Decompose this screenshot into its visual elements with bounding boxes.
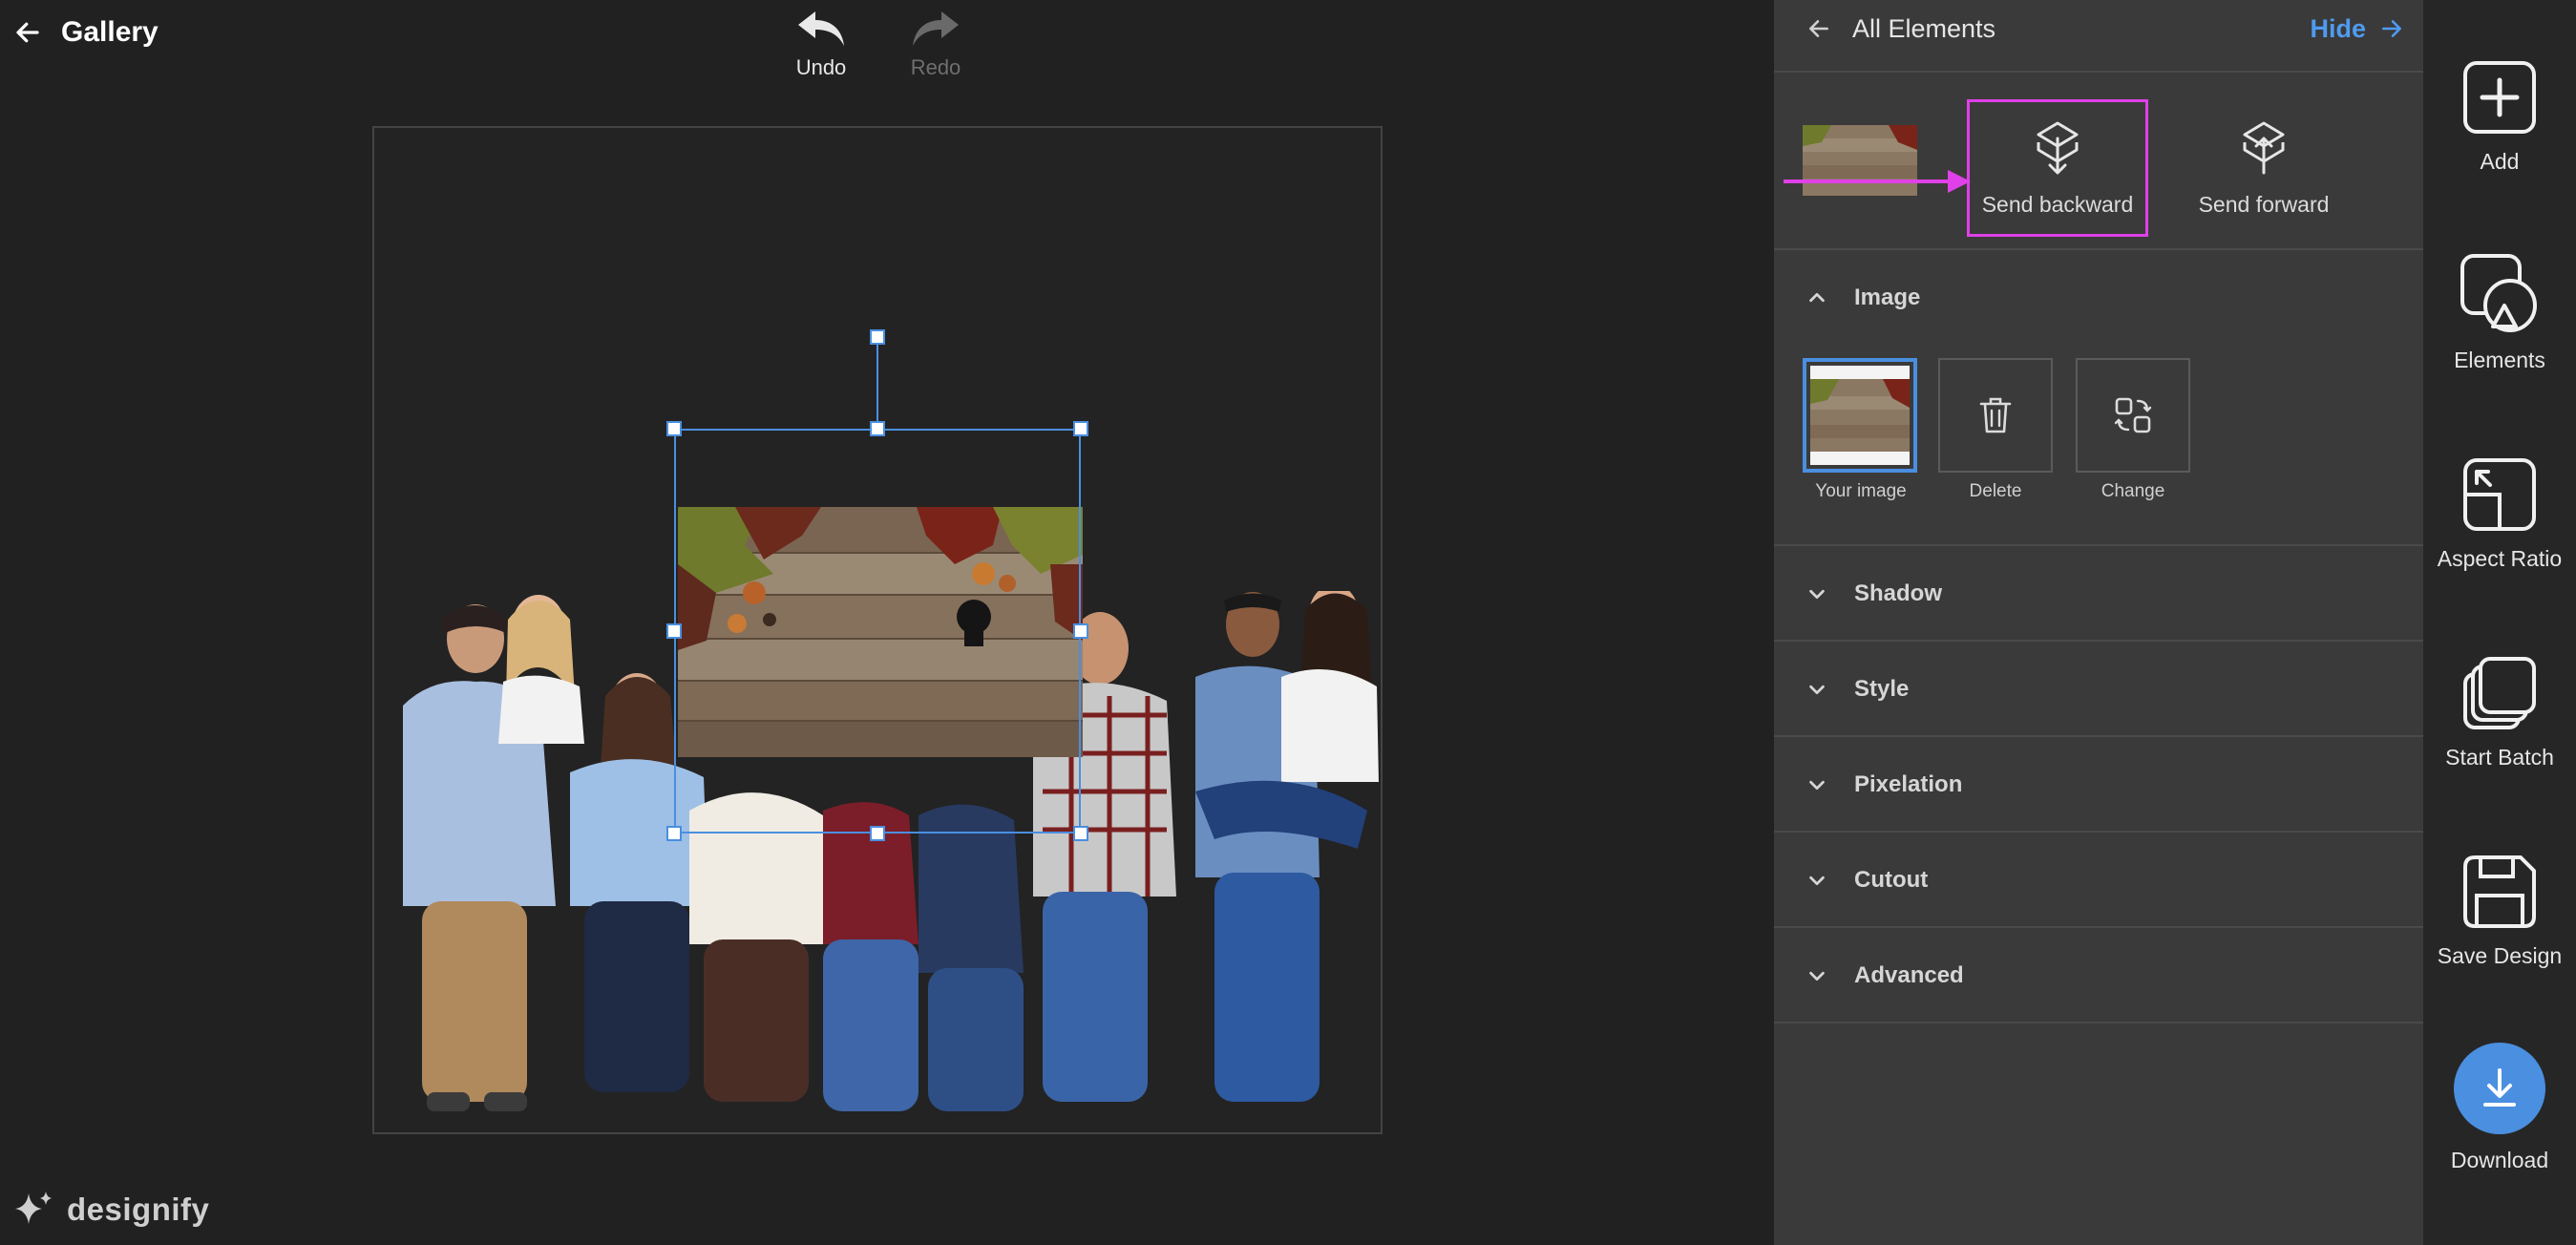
your-image-tile[interactable] — [1803, 358, 1917, 473]
resize-handle-bottom-right[interactable] — [1073, 826, 1088, 841]
shadow-section-header[interactable]: Shadow — [1806, 546, 1942, 642]
rail-start-batch-button[interactable]: Start Batch — [2423, 655, 2576, 770]
pixelation-section-header[interactable]: Pixelation — [1806, 737, 1962, 833]
rotation-guide — [876, 340, 878, 429]
elements-panel: All Elements Hide Send backward Send for… — [1774, 0, 2423, 1245]
rail-save-design-button[interactable]: Save Design — [2423, 854, 2576, 969]
redo-label: Redo — [910, 55, 961, 79]
delete-image-button[interactable] — [1938, 358, 2053, 473]
designify-logo: designify — [11, 1190, 209, 1230]
cutout-section-header[interactable]: Cutout — [1806, 833, 1928, 928]
shapes-icon — [2460, 254, 2537, 332]
sparkle-icon — [15, 1192, 52, 1224]
chevron-down-icon — [1809, 780, 1825, 791]
your-image-label: Your image — [1815, 481, 1907, 501]
chevron-up-icon — [1809, 292, 1825, 303]
floppy-disk-icon — [2463, 855, 2536, 928]
send-forward-label: Send forward — [2198, 191, 2330, 217]
send-backward-label: Send backward — [1981, 191, 2134, 217]
all-elements-back-button[interactable]: All Elements — [1806, 11, 1995, 46]
redo-button[interactable]: Redo — [888, 8, 983, 80]
chevron-down-icon — [1809, 589, 1825, 600]
cutout-section-title: Cutout — [1854, 867, 1929, 893]
chevron-down-icon — [1809, 685, 1825, 695]
redo-icon — [913, 11, 959, 46]
chevron-down-icon — [1809, 971, 1825, 981]
layers-up-icon — [2243, 121, 2285, 174]
resize-handle-top-left[interactable] — [666, 421, 682, 436]
all-elements-label: All Elements — [1852, 13, 1996, 43]
rail-elements-label: Elements — [2454, 348, 2545, 372]
pixelation-section-title: Pixelation — [1854, 771, 1963, 797]
advanced-section[interactable]: Advanced — [1774, 928, 2423, 1023]
cutout-section[interactable]: Cutout — [1774, 833, 2423, 928]
rail-add-button[interactable]: Add — [2423, 59, 2576, 175]
rail-aspect-ratio-label: Aspect Ratio — [2437, 546, 2563, 571]
pixelation-section[interactable]: Pixelation — [1774, 737, 2423, 833]
advanced-section-header[interactable]: Advanced — [1806, 928, 1964, 1023]
panel-header: All Elements Hide — [1774, 0, 2423, 73]
layers-down-icon — [2037, 121, 2079, 174]
brand-name: designify — [67, 1192, 210, 1227]
resize-handle-bottom[interactable] — [870, 826, 885, 841]
send-backward-button[interactable]: Send backward — [1967, 99, 2148, 237]
trash-icon — [1979, 397, 2012, 433]
hide-label: Hide — [2310, 13, 2366, 43]
resize-handle-top-right[interactable] — [1073, 421, 1088, 436]
rail-elements-button[interactable]: Elements — [2423, 252, 2576, 373]
aspect-ratio-icon — [2463, 458, 2536, 531]
rail-save-design-label: Save Design — [2437, 943, 2563, 968]
undo-label: Undo — [795, 55, 847, 79]
shadow-section-title: Shadow — [1854, 580, 1943, 606]
delete-label: Delete — [1969, 481, 2022, 501]
layer-order-row: Send backward Send forward — [1774, 73, 2423, 250]
rail-start-batch-label: Start Batch — [2445, 745, 2554, 770]
rail-add-label: Add — [2480, 149, 2520, 174]
selection-box[interactable] — [674, 429, 1081, 834]
tool-rail: Add Elements Aspect Ratio Start Batch Sa… — [2423, 0, 2576, 1245]
arrow-left-icon — [16, 22, 39, 43]
plus-square-icon — [2463, 61, 2536, 134]
rail-download-label: Download — [2450, 1148, 2549, 1172]
download-circle — [2454, 1043, 2545, 1134]
undo-button[interactable]: Undo — [773, 8, 869, 80]
image-section-header[interactable]: Image — [1806, 250, 1920, 346]
resize-handle-bottom-left[interactable] — [666, 826, 682, 841]
gallery-label: Gallery — [61, 16, 158, 48]
image-section-title: Image — [1854, 285, 1921, 310]
style-section-title: Style — [1854, 676, 1910, 702]
change-label: Change — [2101, 481, 2165, 501]
rail-aspect-ratio-button[interactable]: Aspect Ratio — [2423, 456, 2576, 572]
resize-handle-left[interactable] — [666, 623, 682, 639]
back-to-gallery-button[interactable]: Gallery — [13, 13, 158, 52]
send-forward-button[interactable]: Send forward — [2173, 99, 2354, 237]
your-image-thumbnail — [1810, 366, 1910, 465]
rail-download-button[interactable]: Download — [2423, 1043, 2576, 1173]
hide-panel-button[interactable]: Hide — [2310, 11, 2404, 46]
resize-handle-top[interactable] — [870, 421, 885, 436]
resize-handle-right[interactable] — [1073, 623, 1088, 639]
undo-icon — [798, 11, 844, 46]
shadow-section[interactable]: Shadow — [1774, 546, 2423, 642]
pointer-arrow-icon — [1784, 170, 1971, 193]
arrow-left-icon — [1809, 20, 1828, 37]
download-icon — [2483, 1068, 2516, 1107]
change-image-button[interactable] — [2076, 358, 2190, 473]
rotate-handle[interactable] — [870, 329, 885, 345]
style-section-header[interactable]: Style — [1806, 642, 1909, 737]
advanced-section-title: Advanced — [1854, 962, 1964, 988]
swap-icon — [2114, 397, 2152, 433]
chevron-down-icon — [1809, 876, 1825, 886]
style-section[interactable]: Style — [1774, 642, 2423, 737]
stack-icon — [2463, 657, 2536, 729]
arrow-right-icon — [2382, 20, 2401, 37]
image-section: Image Your image Delete Change — [1774, 250, 2423, 546]
